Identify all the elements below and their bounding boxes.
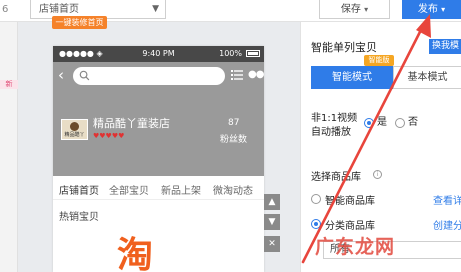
- phone-preview: ●●●●● ◈ 9:40 PM 100% ‹ ●●● 精品酷丫 精品酷丫童装店 …: [53, 46, 264, 272]
- create-category-link[interactable]: 创建分: [433, 217, 461, 232]
- save-button[interactable]: 保存 ▾: [319, 0, 390, 19]
- hot-items-label: 热销宝贝: [59, 212, 99, 223]
- panel-title: 智能单列宝贝: [311, 41, 377, 54]
- chevron-down-icon: ▾: [441, 5, 446, 14]
- phone-status-bar: ●●●●● ◈ 9:40 PM 100%: [53, 46, 264, 62]
- banner-area: [53, 226, 264, 272]
- shop-logo-text: 精品酷丫: [64, 132, 85, 138]
- basic-mode-tab[interactable]: 基本模式: [393, 66, 461, 89]
- smart-version-badge: 智能版: [364, 55, 394, 66]
- top-left-stub[interactable]: 6: [0, 2, 22, 18]
- battery-percent: 100%: [219, 49, 242, 58]
- info-icon[interactable]: i: [373, 170, 382, 179]
- product-library-label: 选择商品库: [311, 172, 361, 183]
- tab-all-items[interactable]: 全部宝贝: [109, 182, 149, 197]
- category-library-label: 分类商品库: [325, 221, 375, 232]
- shop-header[interactable]: ‹ ●●● 精品酷丫 精品酷丫童装店 ♥♥♥♥♥ 87 粉丝数: [53, 62, 264, 176]
- auto-play-label: 非1:1视频自动播放: [311, 113, 358, 138]
- watermark-text: 广东龙网: [315, 236, 396, 258]
- smart-library-radio[interactable]: [311, 194, 321, 204]
- shop-rating-hearts: ♥♥♥♥♥: [93, 132, 125, 140]
- chevron-down-icon: ▾: [364, 5, 369, 14]
- home-page-tag: 一键装修首页: [52, 16, 107, 29]
- fans-count: 87: [228, 118, 240, 128]
- category-library-radio[interactable]: [311, 219, 321, 229]
- taobao-logo: 淘: [117, 235, 154, 272]
- change-template-button[interactable]: 换我模板: [429, 39, 461, 66]
- save-button-label: 保存: [340, 4, 361, 15]
- move-up-button[interactable]: ▲: [264, 194, 280, 210]
- auto-play-yes-label: 是: [377, 117, 387, 128]
- auto-play-no-radio[interactable]: [395, 118, 405, 128]
- more-dots-icon[interactable]: ●●●: [248, 68, 264, 82]
- move-down-button[interactable]: ▼: [264, 214, 280, 230]
- page-select-value: 店铺首页: [39, 4, 79, 15]
- close-button[interactable]: ✕: [264, 236, 280, 252]
- list-icon[interactable]: [231, 69, 243, 81]
- fans-label: 粉丝数: [220, 135, 248, 145]
- new-badge: 新: [0, 80, 18, 89]
- tab-weitao[interactable]: 微淘动态: [213, 182, 253, 197]
- shop-tabs: 店铺首页 全部宝贝 新品上架 微淘动态: [53, 176, 264, 200]
- search-icon: [79, 70, 90, 81]
- chevron-down-icon: ▼: [152, 4, 159, 14]
- smart-mode-tab[interactable]: 智能模式: [311, 66, 393, 89]
- battery-icon: [246, 50, 260, 57]
- back-arrow-icon[interactable]: ‹: [58, 66, 70, 84]
- shop-logo: 精品酷丫: [61, 119, 88, 140]
- auto-play-yes-radio[interactable]: [364, 118, 374, 128]
- tab-shop-home[interactable]: 店铺首页: [59, 182, 99, 197]
- tab-new-arrivals[interactable]: 新品上架: [161, 182, 201, 197]
- left-sidebar-strip: 新: [0, 22, 18, 272]
- publish-button[interactable]: 发布 ▾: [402, 0, 461, 19]
- shop-search-input[interactable]: [73, 67, 225, 85]
- smart-library-label: 智能商品库: [325, 196, 375, 207]
- publish-button-label: 发布: [417, 4, 438, 15]
- logo-mark: [70, 122, 79, 131]
- view-details-link[interactable]: 查看详: [433, 192, 461, 207]
- auto-play-no-label: 否: [408, 117, 418, 128]
- shop-name: 精品酷丫童装店: [93, 117, 170, 130]
